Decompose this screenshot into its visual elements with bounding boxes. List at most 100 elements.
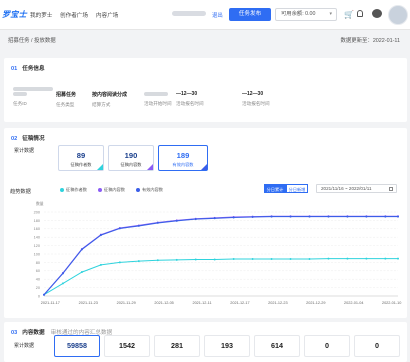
data-point xyxy=(232,216,235,219)
exit-link[interactable]: 退出 xyxy=(212,11,223,19)
breadcrumb[interactable]: 招募任务 / 投放数据 xyxy=(8,36,56,44)
x-tick-label: 2021-12-05 xyxy=(154,301,173,305)
data-point xyxy=(61,272,64,275)
nav-item-creator-square[interactable]: 创作者广场 xyxy=(60,11,88,19)
data-point xyxy=(175,219,178,222)
task-id-redacted xyxy=(13,80,61,91)
x-tick-label: 2021-11-23 xyxy=(79,301,98,305)
x-tick-label: 2021-12-23 xyxy=(268,301,287,305)
y-tick-label: 60 xyxy=(36,269,40,273)
series-line-0 xyxy=(43,258,398,296)
data-point xyxy=(99,263,102,266)
nav-item-my[interactable]: 我的罗士 xyxy=(30,11,52,19)
field-signup-time: —12—30 活动报名时间 xyxy=(176,91,204,106)
data-point xyxy=(213,217,216,220)
data-point xyxy=(289,258,292,261)
data-point xyxy=(365,215,368,218)
breadcrumb-bar: 招募任务 / 投放数据 数据更新至：2022-01-11 xyxy=(0,30,410,47)
data-point xyxy=(397,257,399,260)
data-point xyxy=(156,221,159,224)
data-point xyxy=(213,258,216,261)
legend-authors[interactable]: 征稿作者数 xyxy=(60,187,87,193)
nav-item-content-square[interactable]: 内容广场 xyxy=(96,11,118,19)
data-point xyxy=(99,234,102,237)
task-info-card: 01 任务信息 任务ID 招募任务 任务类型 按内容阅读分成 结算方式 活动开始时间 … xyxy=(4,58,407,122)
y-tick-label: 140 xyxy=(34,236,40,240)
x-tick-label: 2021-12-29 xyxy=(306,301,325,305)
field-task-type: 招募任务 任务类型 xyxy=(56,92,77,107)
data-point xyxy=(61,282,64,285)
legend-valid[interactable]: 有效内容数 xyxy=(136,187,163,193)
data-point xyxy=(384,257,387,260)
logo[interactable]: 罗宝士 xyxy=(2,9,27,20)
y-tick-label: 120 xyxy=(34,244,40,248)
content-stat-6[interactable]: 0 xyxy=(354,335,400,357)
field-settlement: 按内容阅读分成 结算方式 xyxy=(92,92,128,107)
publish-task-button[interactable]: 任务发布 xyxy=(229,8,271,21)
content-cumulative-label: 累计数据 xyxy=(14,343,35,349)
section-title-collect: 02 征稿情况 xyxy=(11,136,45,142)
chat-icon[interactable] xyxy=(372,9,382,18)
toggle-daily-new[interactable]: 分日新增 xyxy=(286,184,308,193)
content-stat-1[interactable]: 1542 xyxy=(104,335,150,357)
y-tick-label: 180 xyxy=(34,219,40,223)
toggle-daily-cumulative[interactable]: 分日累计 xyxy=(264,184,286,193)
data-point xyxy=(137,260,140,263)
cart-icon[interactable]: 🛒 xyxy=(344,10,354,19)
x-tick-label: 2021-11-17 xyxy=(41,301,60,305)
content-stat-2[interactable]: 281 xyxy=(154,335,200,357)
data-point xyxy=(156,259,159,262)
data-point xyxy=(327,257,330,260)
data-point xyxy=(194,258,197,261)
stat-contents[interactable]: 190 征稿内容数 xyxy=(108,145,154,171)
stat-group: 89 征稿作者数 190 征稿内容数 189 有效内容数 xyxy=(58,145,218,173)
data-point xyxy=(232,258,235,261)
cumulative-label: 累计数据 xyxy=(14,148,35,154)
data-point xyxy=(43,293,45,296)
x-tick-label: 2022-01-04 xyxy=(344,301,363,305)
field-start-time: 活动开始时间 xyxy=(144,91,172,107)
calendar-icon xyxy=(389,187,393,191)
balance-dropdown[interactable]: 可用余额: 0.00 ▾ xyxy=(275,8,337,21)
x-tick-label: 2022-01-10 xyxy=(382,301,401,305)
content-stat-3[interactable]: 193 xyxy=(204,335,250,357)
series-line-2 xyxy=(43,216,398,296)
data-point xyxy=(327,215,330,218)
data-point xyxy=(384,215,387,218)
series-line-1 xyxy=(43,215,398,296)
date-range-picker[interactable]: 2021/11/16 ~ 2022/01/11 xyxy=(316,184,397,193)
data-point xyxy=(137,224,140,227)
y-axis-label: 数量 xyxy=(36,201,44,206)
y-tick-label: 40 xyxy=(36,278,40,282)
y-tick-label: 160 xyxy=(34,227,40,231)
legend-contents[interactable]: 征稿内容数 xyxy=(98,187,125,193)
data-point xyxy=(80,248,83,251)
data-point xyxy=(308,215,311,218)
x-tick-label: 2021-12-17 xyxy=(230,301,249,305)
section-title-task-info: 01 任务信息 xyxy=(11,66,45,72)
avatar[interactable] xyxy=(388,5,408,25)
data-update-time: 数据更新至：2022-01-11 xyxy=(340,38,400,44)
stat-valid-contents[interactable]: 189 有效内容数 xyxy=(158,145,208,171)
bell-icon[interactable] xyxy=(357,10,363,17)
content-stat-5[interactable]: 0 xyxy=(304,335,350,357)
data-point xyxy=(397,215,399,218)
stat-authors[interactable]: 89 征稿作者数 xyxy=(58,145,104,171)
top-navbar: 罗宝士 我的罗士 创作者广场 内容广场 退出 任务发布 可用余额: 0.00 ▾… xyxy=(0,0,410,30)
data-point xyxy=(118,261,121,264)
y-tick-label: 80 xyxy=(36,261,40,265)
content-stat-0[interactable]: 59858 xyxy=(54,335,100,357)
data-point xyxy=(365,257,368,260)
y-tick-label: 100 xyxy=(34,252,40,256)
data-point xyxy=(175,258,178,261)
x-tick-label: 2021-12-11 xyxy=(192,301,211,305)
data-point xyxy=(118,227,121,230)
data-point xyxy=(251,258,254,261)
data-point xyxy=(308,258,311,261)
y-tick-label: 20 xyxy=(36,286,40,290)
field-signup-time-2: —12—30 活动报名时间 xyxy=(242,91,270,106)
content-stat-4[interactable]: 614 xyxy=(254,335,300,357)
y-tick-label: 0 xyxy=(38,294,40,298)
data-point xyxy=(80,271,83,274)
x-tick-label: 2021-11-29 xyxy=(117,301,136,305)
